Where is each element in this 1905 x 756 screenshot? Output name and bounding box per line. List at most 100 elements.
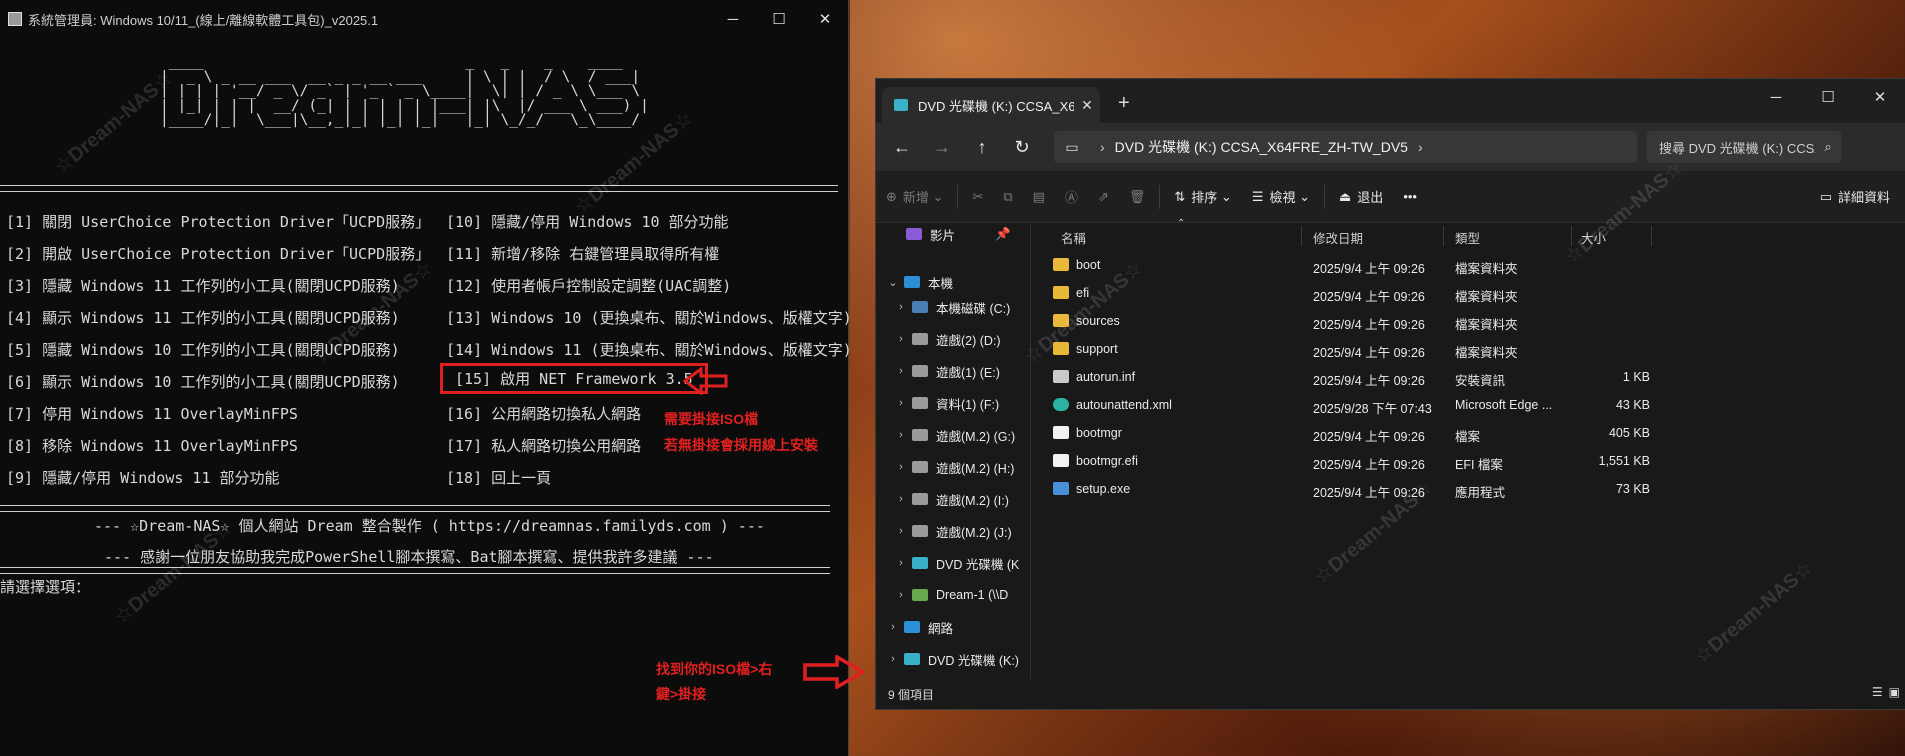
file-row[interactable]: sources 2025/9/4 上午 09:26 檔案資料夾 (1031, 308, 1905, 336)
nav-label: DVD 光碟機 (K (936, 557, 1020, 572)
settings-file-icon (1053, 370, 1069, 383)
file-size: 405 KB (1608, 426, 1650, 440)
plus-circle-icon: ⊕ (886, 188, 897, 204)
column-divider[interactable] (1651, 226, 1652, 246)
close-button[interactable]: ✕ (802, 10, 848, 28)
file-row[interactable]: bootmgr 2025/9/4 上午 09:26 檔案 405 KB (1031, 420, 1905, 448)
nav-label: 遊戲(1) (E:) (936, 365, 1000, 380)
drive-icon (912, 429, 928, 441)
red-arrow-left-icon (683, 367, 728, 395)
tab-dvd-drive[interactable]: DVD 光碟機 (K:) CCSA_X64FRE ✕ (882, 87, 1100, 123)
nav-item-drive-f[interactable]: › 資料(1) (F:) (890, 391, 999, 415)
file-row[interactable]: setup.exe 2025/9/4 上午 09:26 應用程式 73 KB (1031, 476, 1905, 504)
nav-item-drive-j[interactable]: › 遊戲(M.2) (J:) (890, 519, 1012, 543)
separator (1324, 184, 1325, 209)
drive-icon (912, 333, 928, 345)
cut-icon[interactable]: ✂ (962, 189, 993, 205)
tiles-view-icon[interactable]: ▣ (1889, 685, 1900, 699)
rename-icon[interactable]: Ⓐ (1055, 187, 1088, 206)
folder-icon (1053, 258, 1069, 271)
credit-line-1: --- ☆Dream-NAS☆ 個人網站 Dream 整合製作 ( https:… (94, 517, 765, 535)
file-row[interactable]: autorun.inf 2025/9/4 上午 09:26 安裝資訊 1 KB (1031, 364, 1905, 392)
column-divider[interactable] (1443, 226, 1444, 246)
menu-option-12: [12] 使用者帳戶控制設定調整(UAC調整) (446, 277, 732, 295)
minimize-button[interactable]: ─ (710, 11, 756, 28)
file-icon (1053, 426, 1069, 439)
nav-label: 本機磁碟 (C:) (936, 301, 1011, 316)
nav-item-drive-e[interactable]: › 遊戲(1) (E:) (890, 359, 1000, 383)
status-bar: 9 個項目 ☰ ▣ (876, 679, 1905, 709)
nav-item-drive-h[interactable]: › 遊戲(M.2) (H:) (890, 455, 1014, 479)
maximize-button[interactable]: ☐ (756, 10, 802, 28)
nav-item-drive-k[interactable]: › DVD 光碟機 (K (890, 551, 1019, 575)
column-name[interactable]: 名稱 (1061, 228, 1086, 247)
sort-button[interactable]: ⇅ 排序 ⌄ (1164, 187, 1241, 206)
column-divider[interactable] (1571, 226, 1572, 246)
item-count: 9 個項目 (888, 687, 935, 702)
column-size[interactable]: 大小 (1581, 228, 1606, 247)
folder-icon (1053, 342, 1069, 355)
file-type: 檔案資料夾 (1455, 346, 1518, 360)
nav-label: DVD 光碟機 (K:) (928, 653, 1019, 668)
nav-item-videos[interactable]: 影片 📌 (906, 222, 1011, 246)
console-window[interactable]: 系統管理員: Windows 10/11_(線上/離線軟體工具包)_v2025.… (0, 0, 852, 756)
drive-icon (912, 461, 928, 473)
chevron-right-icon: › (899, 525, 903, 537)
nav-item-drive-g[interactable]: › 遊戲(M.2) (G:) (890, 423, 1015, 447)
chevron-right-icon: › (899, 365, 903, 377)
chevron-right-icon[interactable]: › (1408, 139, 1433, 155)
back-arrow-icon[interactable]: ← (882, 137, 922, 158)
forward-arrow-icon[interactable]: → (922, 137, 962, 158)
paste-icon[interactable]: ▤ (1023, 189, 1055, 205)
file-type: 檔案資料夾 (1455, 290, 1518, 304)
share-icon[interactable]: ⇗ (1088, 189, 1119, 205)
column-type[interactable]: 類型 (1455, 228, 1480, 247)
details-pane-button[interactable]: ▭ 詳細資料 (1810, 187, 1900, 206)
new-tab-button[interactable]: + (1100, 92, 1130, 123)
refresh-icon[interactable]: ↻ (1002, 137, 1042, 158)
note-mount-line2: 鍵>掛接 (656, 686, 707, 702)
more-options-button[interactable]: ••• (1393, 189, 1427, 204)
drive-icon (912, 301, 928, 313)
search-input[interactable]: 搜尋 DVD 光碟機 (K:) CCSA_ ⌕ (1647, 131, 1841, 163)
file-type: 安裝資訊 (1455, 374, 1506, 388)
nav-item-drive-d[interactable]: › 遊戲(2) (D:) (890, 327, 1001, 351)
tab-close-icon[interactable]: ✕ (1074, 97, 1100, 114)
file-row[interactable]: support 2025/9/4 上午 09:26 檔案資料夾 (1031, 336, 1905, 364)
details-view-icon[interactable]: ☰ (1872, 685, 1883, 699)
nav-label: 資料(1) (F:) (936, 397, 1000, 412)
copy-icon[interactable]: ⧉ (993, 189, 1022, 205)
address-bar[interactable]: ▭ › DVD 光碟機 (K:) CCSA_X64FRE_ZH-TW_DV5 › (1054, 131, 1637, 163)
file-row[interactable]: autounattend.xml 2025/9/28 下午 07:43 Micros… (1031, 392, 1905, 420)
navigation-bar: ← → ↑ ↻ ▭ › DVD 光碟機 (K:) CCSA_X64FRE_ZH-… (876, 123, 1905, 171)
note-iso-required: 需要掛接ISO檔 (664, 411, 759, 427)
column-modified[interactable]: 修改日期 (1313, 228, 1363, 247)
console-title-bar[interactable]: 系統管理員: Windows 10/11_(線上/離線軟體工具包)_v2025.… (0, 0, 848, 38)
file-row[interactable]: boot 2025/9/4 上午 09:26 檔案資料夾 (1031, 252, 1905, 280)
file-row[interactable]: efi 2025/9/4 上午 09:26 檔案資料夾 (1031, 280, 1905, 308)
chevron-right-icon: › (899, 589, 903, 601)
nav-item-dvd-bottom[interactable]: › DVD 光碟機 (K:) (882, 647, 1019, 671)
close-button[interactable]: ✕ (1854, 88, 1905, 106)
nav-item-network-drive[interactable]: › Dream-1 (\\D (890, 583, 1008, 607)
chevron-right-icon: › (899, 461, 903, 473)
file-explorer-window[interactable]: DVD 光碟機 (K:) CCSA_X64FRE ✕ + ─ ☐ ✕ ← → ↑… (875, 78, 1905, 710)
view-icon: ☰ (1251, 188, 1264, 204)
nav-item-this-pc[interactable]: ⌄ 本機 (882, 270, 953, 294)
view-button[interactable]: ☰ 檢視 ⌄ (1242, 187, 1320, 206)
input-prompt[interactable]: 請選擇選項： (0, 576, 90, 597)
file-row[interactable]: bootmgr.efi 2025/9/4 上午 09:26 EFI 檔案 1,551 … (1031, 448, 1905, 476)
column-divider[interactable] (1301, 226, 1302, 246)
nav-item-drive-i[interactable]: › 遊戲(M.2) (I:) (890, 487, 1009, 511)
menu-option-17: [17] 私人網路切換公用網路 (446, 437, 642, 455)
file-size: 73 KB (1615, 482, 1650, 496)
delete-icon[interactable]: 🗑 (1119, 189, 1156, 205)
eject-button[interactable]: ⏏ 退出 (1329, 187, 1393, 206)
up-arrow-icon[interactable]: ↑ (962, 137, 1002, 158)
navigation-pane: 影片 📌 ⌄ 本機 › 本機磁碟 (C:) › 遊戲(2) (D:) › 遊戲(1) (E… (876, 222, 1031, 679)
nav-item-network[interactable]: › 網路 (882, 615, 953, 639)
nav-item-drive-c[interactable]: › 本機磁碟 (C:) (890, 295, 1010, 319)
new-button[interactable]: ⊕ 新增 ⌄ (876, 187, 953, 206)
minimize-button[interactable]: ─ (1750, 89, 1802, 106)
maximize-button[interactable]: ☐ (1802, 88, 1854, 106)
